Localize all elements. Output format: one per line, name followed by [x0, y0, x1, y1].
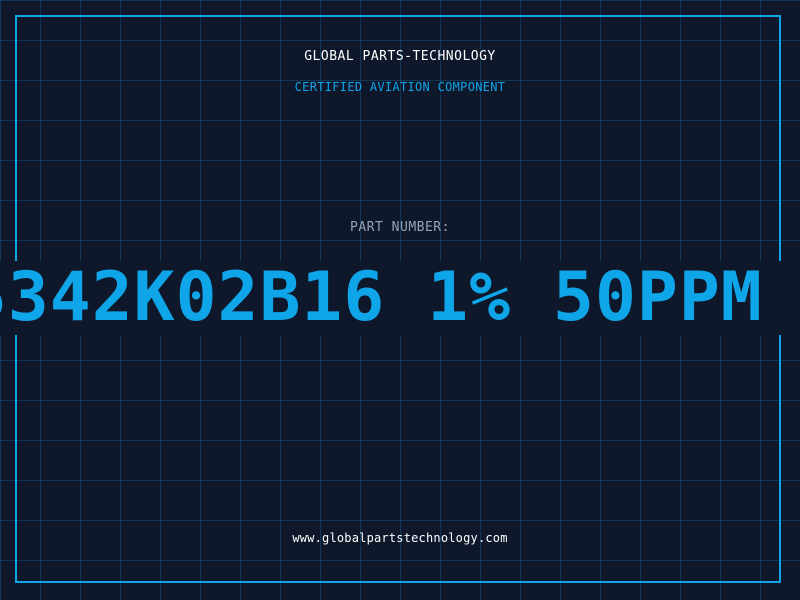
part-number-value: M55342K02B16 1% 50PPM 0.6W S: [0, 261, 800, 335]
certificate-display: GLOBAL PARTS-TECHNOLOGY CERTIFIED AVIATI…: [0, 0, 800, 600]
part-number-label: PART NUMBER:: [350, 220, 450, 235]
website-url[interactable]: www.globalpartstechnology.com: [0, 531, 800, 545]
certification-subtitle: CERTIFIED AVIATION COMPONENT: [294, 80, 506, 94]
part-number-ticker: M55342K02B16 1% 50PPM 0.6W S: [0, 261, 800, 335]
company-title: GLOBAL PARTS-TECHNOLOGY: [304, 49, 496, 64]
